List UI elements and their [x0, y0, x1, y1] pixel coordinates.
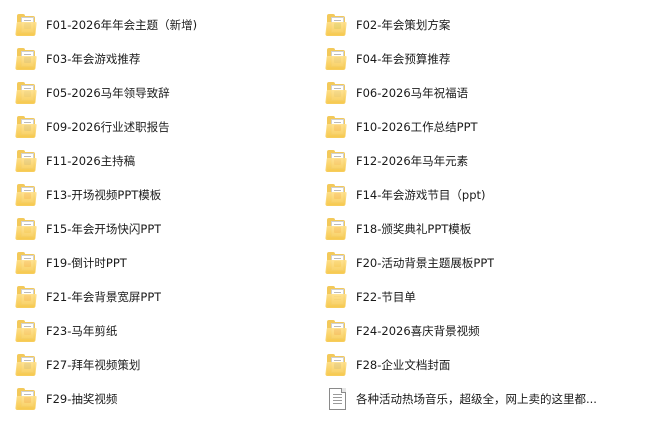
text-file-icon [326, 387, 346, 411]
folder-item[interactable]: F14-年会游戏节目（ppt) [325, 178, 636, 212]
item-label: F11-2026主持稿 [46, 154, 136, 168]
folder-icon [325, 217, 347, 241]
folder-item[interactable]: F03-年会游戏推荐 [15, 42, 326, 76]
folder-icon [15, 319, 37, 343]
folder-icon [15, 81, 37, 105]
folder-icon [15, 285, 37, 309]
item-label: F18-颁奖典礼PPT模板 [356, 222, 472, 236]
item-label: F04-年会预算推荐 [356, 52, 451, 66]
folder-icon [325, 353, 347, 377]
item-label: F02-年会策划方案 [356, 18, 451, 32]
folder-item[interactable]: F01-2026年年会主题（新增) [15, 8, 326, 42]
item-label: F13-开场视频PPT模板 [46, 188, 162, 202]
folder-icon [325, 47, 347, 71]
item-label: F28-企业文档封面 [356, 358, 451, 372]
folder-item[interactable]: F21-年会背景宽屏PPT [15, 280, 326, 314]
item-label: F27-拜年视频策划 [46, 358, 141, 372]
folder-item[interactable]: F24-2026喜庆背景视频 [325, 314, 636, 348]
folder-icon [15, 13, 37, 37]
folder-item[interactable]: F23-马年剪纸 [15, 314, 326, 348]
folder-item[interactable]: F13-开场视频PPT模板 [15, 178, 326, 212]
folder-item[interactable]: F05-2026马年领导致辞 [15, 76, 326, 110]
item-label: 各种活动热场音乐，超级全，网上卖的这里都... [356, 392, 597, 406]
item-label: F20-活动背景主题展板PPT [356, 256, 495, 270]
folder-item[interactable]: F12-2026年马年元素 [325, 144, 636, 178]
folder-icon [325, 81, 347, 105]
folder-icon [15, 149, 37, 173]
item-label: F21-年会背景宽屏PPT [46, 290, 162, 304]
folder-icon [325, 183, 347, 207]
folder-icon [15, 217, 37, 241]
folder-item[interactable]: F09-2026行业述职报告 [15, 110, 326, 144]
folder-icon [325, 251, 347, 275]
item-label: F05-2026马年领导致辞 [46, 86, 170, 100]
folder-item[interactable]: F11-2026主持稿 [15, 144, 326, 178]
folder-icon [325, 115, 347, 139]
item-label: F03-年会游戏推荐 [46, 52, 141, 66]
item-label: F06-2026马年祝福语 [356, 86, 469, 100]
item-label: F09-2026行业述职报告 [46, 120, 170, 134]
folder-item[interactable]: F20-活动背景主题展板PPT [325, 246, 636, 280]
item-label: F15-年会开场快闪PPT [46, 222, 162, 236]
folder-item[interactable]: F15-年会开场快闪PPT [15, 212, 326, 246]
folder-icon [15, 47, 37, 71]
folder-icon [15, 183, 37, 207]
folder-item[interactable]: F02-年会策划方案 [325, 8, 636, 42]
folder-icon [325, 149, 347, 173]
file-grid: F01-2026年年会主题（新增) F02-年会策划方案 F03-年会游戏推荐 F04… [15, 8, 636, 416]
folder-item[interactable]: F22-节目单 [325, 280, 636, 314]
folder-icon [325, 285, 347, 309]
folder-item[interactable]: F28-企业文档封面 [325, 348, 636, 382]
folder-icon [15, 115, 37, 139]
item-label: F29-抽奖视频 [46, 392, 118, 406]
item-label: F10-2026工作总结PPT [356, 120, 478, 134]
folder-item[interactable]: F29-抽奖视频 [15, 382, 326, 416]
item-label: F01-2026年年会主题（新增) [46, 18, 198, 32]
folder-item[interactable]: F18-颁奖典礼PPT模板 [325, 212, 636, 246]
item-label: F23-马年剪纸 [46, 324, 118, 338]
folder-icon [325, 13, 347, 37]
folder-item[interactable]: F10-2026工作总结PPT [325, 110, 636, 144]
file-item[interactable]: 各种活动热场音乐，超级全，网上卖的这里都... [326, 382, 636, 416]
folder-icon [325, 319, 347, 343]
item-label: F19-倒计时PPT [46, 256, 127, 270]
item-label: F12-2026年马年元素 [356, 154, 469, 168]
folder-item[interactable]: F04-年会预算推荐 [325, 42, 636, 76]
folder-icon [15, 251, 37, 275]
item-label: F24-2026喜庆背景视频 [356, 324, 480, 338]
item-label: F14-年会游戏节目（ppt) [356, 188, 486, 202]
folder-item[interactable]: F27-拜年视频策划 [15, 348, 326, 382]
folder-icon [15, 353, 37, 377]
folder-icon [15, 387, 37, 411]
folder-item[interactable]: F06-2026马年祝福语 [325, 76, 636, 110]
folder-item[interactable]: F19-倒计时PPT [15, 246, 326, 280]
item-label: F22-节目单 [356, 290, 416, 304]
